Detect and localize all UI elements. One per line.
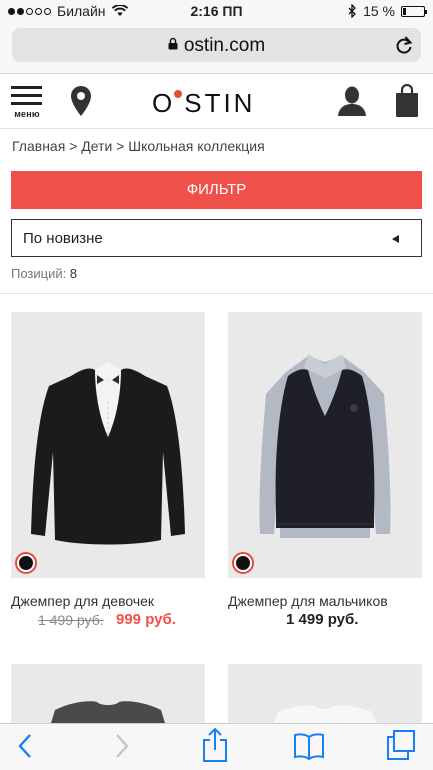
product-card[interactable]: Джемпер для девочек 1 499 руб. 999 руб. (11, 312, 205, 632)
product-image[interactable] (11, 312, 205, 578)
status-right: 15 % (348, 3, 427, 19)
battery-level (403, 7, 406, 15)
reload-icon[interactable] (395, 35, 413, 55)
site-logo[interactable]: O STIN (152, 88, 255, 119)
battery-percent: 15 % (363, 3, 395, 19)
items-count-value: 8 (69, 266, 78, 281)
shopping-bag-icon[interactable] (395, 84, 419, 118)
menu-label: меню (14, 109, 40, 119)
product-card[interactable] (228, 664, 422, 723)
product-image[interactable] (228, 312, 422, 578)
product-image-partial (274, 705, 376, 723)
menu-icon-bar (11, 86, 42, 89)
logo-dot (174, 90, 183, 98)
menu-icon-bar (11, 94, 42, 97)
location-pin-icon[interactable] (70, 85, 92, 117)
forward-icon[interactable] (113, 732, 131, 760)
menu-icon-bar (11, 102, 42, 105)
product-card[interactable]: Джемпер для мальчиков 1 499 руб. (228, 312, 422, 632)
filter-button[interactable]: ФИЛЬТР (11, 171, 422, 209)
breadcrumb[interactable]: Главная > Дети > Школьная коллекция (12, 138, 265, 154)
product-image[interactable] (11, 664, 205, 723)
sort-select[interactable]: По новизне (11, 219, 422, 257)
url-display[interactable]: ostin.com (12, 35, 421, 57)
battery-icon (401, 5, 427, 17)
product-name[interactable]: Джемпер для девочек (11, 593, 154, 609)
divider (0, 293, 433, 294)
menu-button[interactable]: меню (10, 84, 44, 119)
user-account-icon[interactable] (337, 85, 367, 117)
color-swatch[interactable] (232, 552, 254, 574)
items-count-label: Позиций: (11, 266, 67, 281)
site-header: меню O STIN (0, 75, 433, 129)
product-image[interactable] (228, 664, 422, 723)
browser-address-area: ostin.com (0, 22, 433, 74)
dropdown-arrow-icon (392, 235, 399, 243)
tabs-icon[interactable] (386, 729, 416, 761)
address-bar[interactable]: ostin.com (12, 28, 421, 62)
items-count: Позиций: 8 (11, 266, 77, 281)
product-price: 1 499 руб. (286, 611, 359, 628)
bluetooth-icon (348, 4, 356, 18)
boys-vest-image (259, 354, 391, 538)
back-icon[interactable] (16, 732, 34, 760)
browser-toolbar (0, 723, 433, 770)
girls-sweater-image (31, 362, 185, 545)
url-text: ostin.com (183, 35, 266, 56)
bookmarks-icon[interactable] (293, 732, 325, 760)
color-swatch[interactable] (15, 552, 37, 574)
lock-icon (168, 38, 178, 50)
logo-text: STIN (184, 88, 256, 118)
sort-selected-value: По новизне (23, 230, 103, 247)
product-image-partial (51, 701, 165, 723)
logo-letter: O (152, 88, 176, 118)
share-icon[interactable] (200, 727, 230, 763)
product-name[interactable]: Джемпер для мальчиков (228, 593, 388, 609)
status-bar: Билайн 2:16 ПП 15 % (0, 0, 433, 22)
product-card[interactable] (11, 664, 205, 723)
product-sale-price: 999 руб. (116, 611, 176, 628)
product-old-price: 1 499 руб. (38, 612, 104, 628)
